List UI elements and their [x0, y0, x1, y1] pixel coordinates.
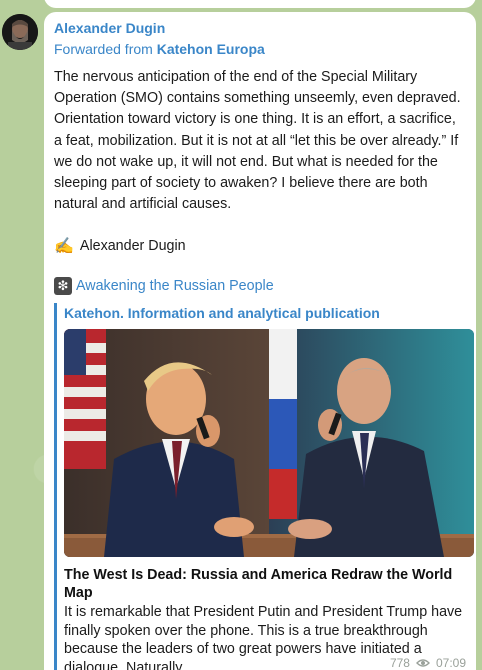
writing-hand-icon: ✍️ [54, 238, 74, 256]
forwarded-source-link[interactable]: Katehon Europa [157, 41, 265, 57]
message-bubble: Alexander Dugin Forwarded from Katehon E… [44, 12, 476, 670]
signature: ✍️ Alexander Dugin [54, 236, 466, 256]
signature-text: Alexander Dugin [79, 238, 186, 255]
eye-icon [415, 659, 430, 667]
sender-name[interactable]: Alexander Dugin [54, 18, 466, 38]
preview-title: The West Is Dead: Russia and America Red… [64, 567, 453, 602]
forwarded-from: Forwarded from Katehon Europa [54, 39, 466, 59]
previous-message-bubble [44, 0, 476, 8]
forwarded-prefix: Forwarded from [54, 41, 153, 57]
preview-photo [64, 329, 474, 558]
message-meta: 778 07:09 [390, 656, 466, 670]
message-text: The nervous anticipation of the end of t… [54, 69, 461, 213]
channel-link[interactable]: Awakening the Russian People [76, 278, 274, 294]
message-time: 07:09 [435, 656, 466, 670]
link-preview[interactable]: Katehon. Information and analytical publ… [54, 303, 474, 670]
avatar-image [2, 14, 38, 50]
avatar[interactable] [2, 14, 38, 50]
preview-image[interactable] [64, 329, 474, 558]
channel-line: ❇ Awakening the Russian People [54, 277, 466, 296]
channel-emoji-icon: ❇ [54, 277, 72, 296]
view-count: 778 [389, 656, 410, 670]
preview-site-name: Katehon. Information and analytical publ… [64, 305, 380, 322]
